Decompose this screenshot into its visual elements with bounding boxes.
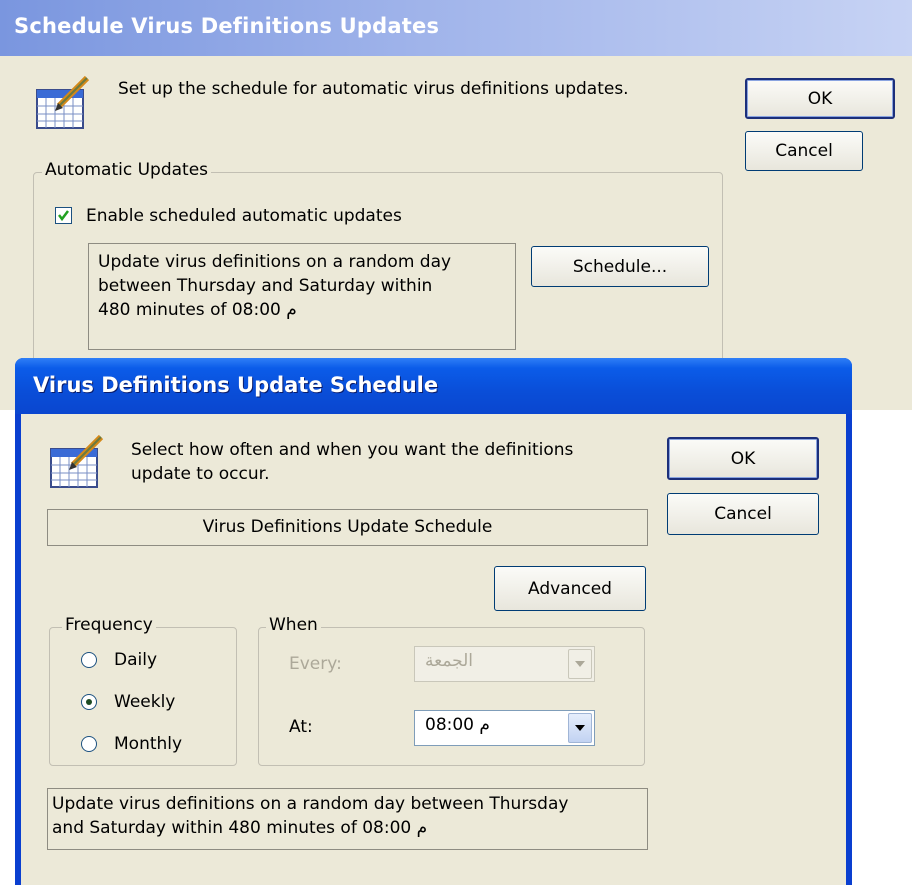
chevron-down-icon	[568, 649, 592, 679]
front-cancel-button[interactable]: Cancel	[667, 493, 819, 535]
radio-weekly[interactable]	[81, 694, 97, 710]
front-dialog-client: Select how often and when you want the d…	[21, 414, 846, 885]
every-label: Every:	[289, 654, 342, 674]
back-dialog-titlebar[interactable]: Schedule Virus Definitions Updates	[0, 0, 912, 56]
chevron-down-icon[interactable]	[568, 713, 592, 743]
radio-daily[interactable]	[81, 652, 97, 668]
front-summary-line-2: and Saturday within 480 minutes of 08:00…	[52, 818, 428, 838]
radio-monthly[interactable]	[81, 736, 97, 752]
front-summary-line-1: Update virus definitions on a random day…	[52, 794, 569, 814]
radio-daily-label[interactable]: Daily	[114, 648, 157, 672]
back-dialog-description: Set up the schedule for automatic virus …	[118, 79, 629, 99]
schedule-banner: Virus Definitions Update Schedule	[47, 509, 648, 546]
back-summary-line-1: Update virus definitions on a random day	[98, 252, 452, 272]
every-day-select[interactable]: الجمعة	[414, 646, 595, 682]
front-ok-button[interactable]: OK	[667, 437, 819, 480]
at-time-value: 08:00 م	[425, 715, 490, 735]
front-schedule-summary: Update virus definitions on a random day…	[47, 788, 648, 850]
back-cancel-button[interactable]: Cancel	[745, 131, 863, 171]
enable-updates-checkbox[interactable]	[55, 207, 72, 224]
schedule-button[interactable]: Schedule...	[531, 246, 709, 287]
radio-weekly-label[interactable]: Weekly	[114, 690, 175, 714]
radio-monthly-label[interactable]: Monthly	[114, 732, 182, 756]
enable-updates-label[interactable]: Enable scheduled automatic updates	[86, 204, 402, 228]
back-schedule-summary: Update virus definitions on a random day…	[88, 243, 516, 350]
front-dialog-titlebar[interactable]: Virus Definitions Update Schedule	[15, 358, 852, 414]
calendar-pencil-icon	[47, 429, 111, 493]
frequency-label: Frequency	[62, 615, 156, 635]
back-summary-line-2: between Thursday and Saturday within	[98, 276, 433, 296]
front-description-line-1: Select how often and when you want the d…	[131, 440, 574, 460]
when-label: When	[266, 615, 321, 635]
calendar-pencil-icon	[33, 70, 97, 134]
update-schedule-dialog: Virus Definitions Update Schedule Select…	[15, 358, 852, 885]
automatic-updates-label: Automatic Updates	[42, 160, 212, 180]
front-dialog-title: Virus Definitions Update Schedule	[33, 373, 439, 397]
back-dialog-title: Schedule Virus Definitions Updates	[14, 14, 440, 38]
front-dialog-description: Select how often and when you want the d…	[131, 438, 651, 486]
back-summary-line-3: 480 minutes of 08:00 م	[98, 300, 297, 320]
schedule-updates-dialog: Schedule Virus Definitions Updates Set u…	[0, 0, 912, 410]
advanced-button[interactable]: Advanced	[494, 566, 646, 611]
checkmark-icon	[58, 210, 69, 222]
at-time-select[interactable]: 08:00 م	[414, 710, 595, 746]
at-label: At:	[289, 717, 313, 737]
every-day-value: الجمعة	[425, 651, 474, 671]
front-description-line-2: update to occur.	[131, 464, 270, 484]
back-ok-button[interactable]: OK	[745, 78, 895, 119]
